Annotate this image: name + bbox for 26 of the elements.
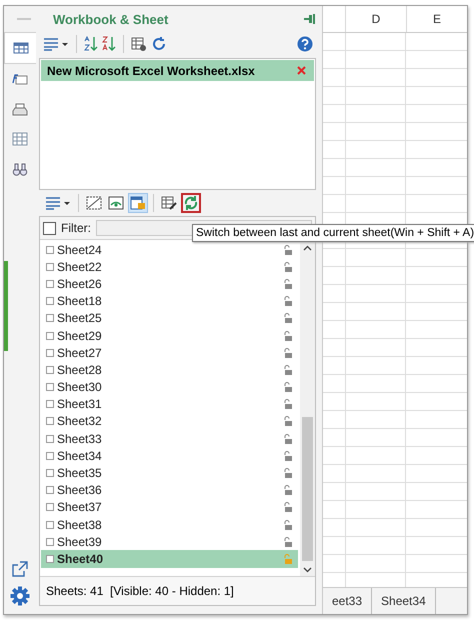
column-header: D	[346, 6, 407, 32]
sheet-name: Sheet28	[57, 362, 103, 377]
sheet-name: Sheet39	[57, 534, 103, 549]
status-bar: Sheets: 41 [Visible: 40 - Hidden: 1]	[40, 576, 315, 605]
sheet-name: Sheet36	[57, 483, 103, 498]
tooltip: Switch between last and current sheet(Win + Shift + A)	[192, 224, 474, 242]
sheet-name: Sheet31	[57, 397, 103, 412]
sheet-name: Sheet35	[57, 466, 103, 480]
sheet-name: Sheet37	[57, 500, 103, 514]
sheet-name: Sheet22	[57, 260, 103, 274]
sheet-name: Sheet18	[57, 294, 103, 308]
workbook-name: New Microsoft Excel Worksheet.xlsx	[47, 64, 256, 78]
filter-label: Filter:	[61, 221, 91, 235]
panel-title: Workbook & Sheet	[53, 12, 170, 26]
sheet-name: Sheet33	[57, 432, 103, 446]
sheet-name: Sheet26	[57, 276, 103, 291]
column-header: E	[432, 11, 442, 28]
sheet-name: Sheet25	[57, 311, 103, 326]
sheet-name: Sheet32	[57, 414, 103, 428]
sheet-name: Sheet40	[57, 552, 104, 566]
sheet-name: Sheet29	[57, 328, 103, 343]
sheet-name: Sheet34	[57, 448, 103, 463]
sheet-name: Sheet24	[57, 242, 103, 257]
sheet-name: Sheet27	[57, 346, 103, 360]
sheet-name: Sheet30	[57, 380, 103, 394]
sheet-name: Sheet38	[57, 518, 103, 532]
